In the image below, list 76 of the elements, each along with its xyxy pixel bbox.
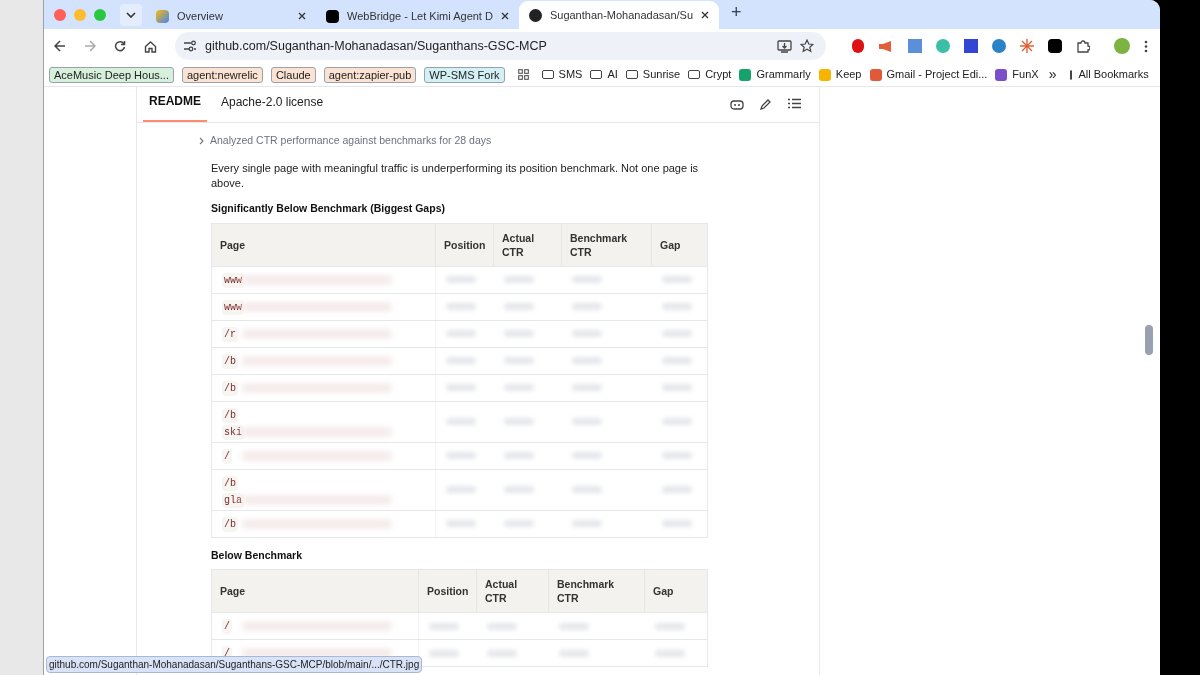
new-tab-button[interactable]: + [723, 0, 750, 26]
bookmark-tag[interactable]: AceMusic Deep Hous... [49, 66, 174, 83]
column-header: Actual CTR [494, 223, 562, 266]
apps-grid-icon[interactable] [517, 69, 529, 80]
more-bookmarks-button[interactable]: » [1048, 64, 1057, 85]
column-header: Position [419, 570, 477, 613]
reload-icon[interactable] [114, 40, 126, 52]
star-icon[interactable] [800, 39, 814, 53]
home-icon[interactable] [144, 39, 157, 53]
page-path-cell: gla [222, 492, 244, 508]
close-tab-icon[interactable] [701, 11, 710, 19]
column-header: Benchmark CTR [549, 570, 645, 613]
address-bar[interactable]: github.com/Suganthan-Mohanadasan/Suganthans-GSC-MCP [175, 32, 826, 60]
close-tab-icon[interactable] [500, 12, 509, 20]
site-settings-icon[interactable] [183, 40, 197, 52]
copilot-icon[interactable] [730, 98, 744, 110]
collapsed-step[interactable]: Analyzed CTR performance against benchmarks for 28 days [210, 133, 492, 149]
extension-icon[interactable] [852, 39, 864, 53]
browser-tab[interactable]: Suganthan-Mohanadasan/Su [518, 1, 720, 29]
bookmark-tag[interactable]: agent:zapier-pub [323, 66, 417, 83]
scrollbar [1145, 325, 1153, 355]
page-path-cell: /b [222, 353, 238, 369]
column-header: Page [212, 570, 419, 613]
column-header: Gap [659, 237, 682, 253]
bookmark-link[interactable]: Crypt [688, 66, 732, 83]
section-heading: Below Benchmark [211, 547, 304, 563]
sparkle-icon[interactable] [1020, 39, 1034, 53]
bookmark-tag[interactable]: WP-SMS Fork [424, 66, 505, 83]
paragraph: Every single page with meaningful traffic is underperforming its position benchmark. Not one page is above. [211, 160, 700, 191]
page-path-cell: /b [222, 516, 238, 532]
column-header: Gap [652, 584, 675, 600]
browser-tab[interactable]: Overview [146, 3, 316, 29]
browser-tab[interactable]: WebBridge - Let Kimi Agent D [316, 3, 519, 29]
column-header: Actual CTR [477, 570, 549, 613]
bookmark-tag[interactable]: Claude [270, 66, 316, 83]
tab-search-button[interactable] [120, 4, 142, 26]
address-text: github.com/Suganthan-Mohanadasan/Suganthans-GSC-MCP [205, 37, 548, 55]
all-bookmarks-link[interactable]: All Bookmarks [1078, 66, 1149, 83]
page-path-cell: / [222, 619, 232, 635]
section-heading: Significantly Below Benchmark (Biggest Gaps) [211, 200, 446, 216]
page-path-cell: /b [222, 407, 238, 423]
chart-icon [156, 9, 169, 23]
close-tab-icon[interactable] [298, 12, 306, 20]
pencil-icon[interactable] [760, 98, 772, 110]
github-icon [528, 8, 542, 22]
back-icon[interactable] [54, 40, 66, 52]
bookmark-link[interactable]: FunX [995, 66, 1039, 83]
megaphone-icon[interactable] [878, 39, 894, 53]
app-icon [326, 9, 339, 23]
chevron-down-icon [126, 12, 136, 18]
install-icon[interactable] [777, 39, 792, 53]
more-options-icon[interactable] [1144, 39, 1148, 53]
puzzle-icon[interactable] [1076, 39, 1090, 53]
extension-icon[interactable] [1048, 39, 1062, 53]
readme-tab[interactable]: Apache-2.0 license [211, 92, 334, 122]
page-path-cell: /b [222, 475, 238, 491]
readme-tab[interactable]: README [143, 92, 207, 122]
page-path-cell: ski [222, 424, 244, 440]
column-header: Position [436, 223, 494, 266]
bookmark-link[interactable]: SMS [541, 66, 583, 83]
bookmark-tag[interactable]: agent:newrelic [181, 66, 263, 83]
page-path-cell: www [222, 299, 244, 315]
page-path-cell: /b [222, 380, 238, 396]
bookmark-link[interactable]: Keep [818, 66, 862, 83]
page-path-cell: / [222, 448, 232, 464]
bookmark-link[interactable]: Grammarly [739, 66, 811, 83]
list-icon[interactable] [788, 98, 801, 109]
bookmark-link[interactable]: Gmail - Project Edi... [869, 66, 988, 83]
column-header: Benchmark CTR [562, 223, 652, 266]
page-path-cell: /r [222, 326, 238, 342]
page-path-cell: www [222, 272, 244, 288]
column-header: Page [212, 223, 436, 266]
chevron-right-icon[interactable] [199, 136, 204, 145]
bookmark-link[interactable]: Sunrise [625, 66, 681, 83]
bookmark-link[interactable]: AI [590, 66, 618, 83]
status-url: github.com/Suganthan-Mohanadasan/Suganthans-GSC-MCP/blob/main/.../CTR.jpg [46, 656, 423, 673]
